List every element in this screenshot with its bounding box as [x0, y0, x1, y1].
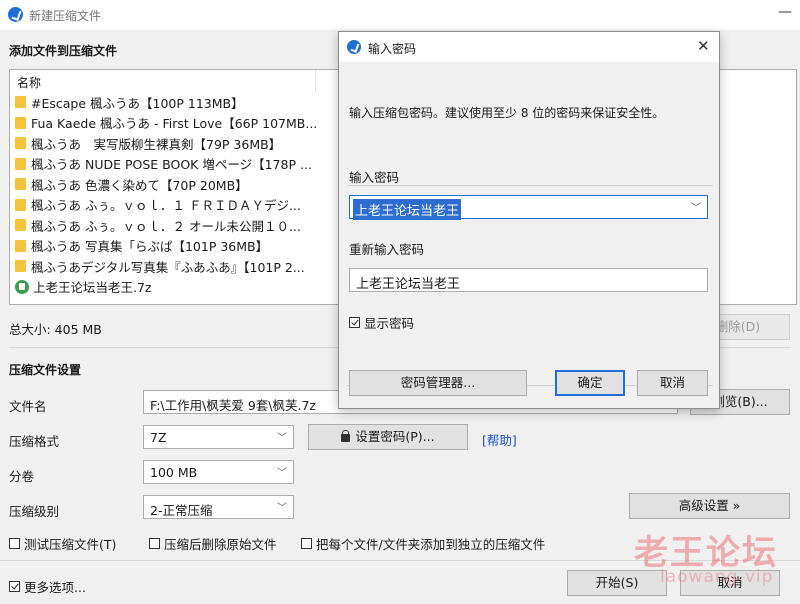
list-item[interactable]: 楓ふうあデジタル写真集『ふあふあ』【101P 2...: [15, 256, 305, 276]
show-password-checkbox[interactable]: 显示密码: [349, 313, 414, 332]
folder-icon: [15, 137, 26, 149]
chevron-down-icon: ﹀: [277, 468, 287, 479]
minimize-button[interactable]: —: [778, 4, 792, 20]
list-item-label: Fua Kaede 楓ふうあ - First Love【66P 107MB...: [31, 116, 318, 131]
dialog-body: 输入压缩包密码。建议使用至少 8 位的密码来保证安全性。: [339, 62, 719, 408]
list-item[interactable]: 楓ふうあ 色濃く染めて【70P 20MB】: [15, 174, 248, 194]
folder-icon: [15, 219, 26, 231]
list-item[interactable]: #Escape 楓ふうあ【100P 113MB】: [15, 92, 244, 112]
dialog-divider: [347, 185, 713, 186]
list-item[interactable]: Fua Kaede 楓ふうあ - First Love【66P 107MB...: [15, 113, 317, 133]
volume-select[interactable]: 100 MB ﹀: [143, 460, 294, 484]
list-item-label: #Escape 楓ふうあ【100P 113MB】: [31, 95, 244, 111]
column-header-name[interactable]: 名称: [10, 70, 316, 92]
chevron-down-icon: ﹀: [277, 433, 287, 444]
list-item[interactable]: 楓ふうあ NUDE POSE BOOK 増ページ【178P ...: [15, 154, 312, 174]
test-archive-checkbox[interactable]: 测试压缩文件(T): [9, 534, 116, 553]
password-manager-button[interactable]: 密码管理器...: [349, 370, 527, 396]
reenter-password-input[interactable]: 上老王论坛当老王: [349, 268, 708, 292]
password-label: 输入密码: [349, 170, 400, 185]
filename-label: 文件名: [9, 399, 47, 414]
separate-archives-checkbox[interactable]: 把每个文件/文件夹添加到独立的压缩文件: [301, 534, 545, 553]
folder-icon: [15, 239, 26, 252]
total-size: 总大小: 405 MB: [9, 322, 102, 337]
settings-section-title: 压缩文件设置: [9, 363, 82, 377]
dialog-titlebar: 输入密码 ✕: [339, 32, 719, 62]
delete-after-checkbox[interactable]: 压缩后删除原始文件: [149, 534, 277, 553]
delete-after-label: 压缩后删除原始文件: [164, 537, 277, 552]
level-label: 压缩级别: [9, 504, 60, 519]
volume-value: 100 MB: [150, 465, 198, 480]
folder-icon: [15, 96, 26, 108]
list-item[interactable]: 楓ふうあ 実写版柳生裸真剣【79P 36MB】: [15, 133, 281, 153]
separate-archives-label: 把每个文件/文件夹添加到独立的压缩文件: [316, 537, 546, 552]
list-item-label: 楓ふうあ NUDE POSE BOOK 増ページ【178P ...: [31, 157, 312, 172]
window-titlebar: 新建压缩文件 —: [0, 0, 800, 30]
list-item-label: 楓ふうあデジタル写真集『ふあふあ』【101P 2...: [31, 259, 305, 275]
help-link[interactable]: [帮助]: [482, 430, 517, 449]
checkbox-box[interactable]: [9, 538, 20, 549]
password-input[interactable]: 上老王论坛当老王 ﹀: [349, 195, 708, 220]
list-item-label: 楓ふうあ ふぅ。ｖｏｌ．１ ＦＲＩＤＡＹデジ...: [31, 198, 301, 213]
lock-icon: [341, 430, 351, 442]
set-password-button[interactable]: 设置密码(P)...: [308, 424, 468, 450]
close-icon[interactable]: ✕: [697, 37, 710, 55]
app-logo-icon: [8, 7, 23, 22]
folder-icon: [15, 198, 26, 211]
ok-button[interactable]: 确定: [555, 370, 625, 396]
list-item-label: 上老王论坛当老王.7z: [33, 280, 152, 295]
folder-icon: [15, 157, 26, 170]
watermark-url: laowang.vip: [660, 567, 774, 587]
folder-icon: [15, 260, 26, 272]
dialog-title: 输入密码: [368, 42, 417, 56]
list-item[interactable]: 楓ふうあ 写真集「らぶぱ【101P 36MB】: [15, 236, 268, 256]
more-options-checkbox[interactable]: 更多选项...: [9, 577, 86, 596]
volume-label: 分卷: [9, 469, 35, 484]
reenter-label: 重新输入密码: [349, 242, 425, 257]
list-item-label: 楓ふうあ 色濃く染めて【70P 20MB】: [31, 177, 248, 193]
dialog-instruction: 输入压缩包密码。建议使用至少 8 位的密码来保证安全性。: [349, 106, 665, 120]
checkbox-box[interactable]: [9, 581, 20, 592]
format-value: 7Z: [150, 430, 167, 445]
list-item-label: 楓ふうあ 写真集「らぶぱ【101P 36MB】: [31, 239, 269, 254]
level-select[interactable]: 2-正常压缩 ﹀: [143, 495, 294, 519]
checkbox-box[interactable]: [301, 538, 312, 549]
archive-icon: [15, 279, 29, 294]
list-item[interactable]: 楓ふうあ ふぅ。ｖｏｌ．１ ＦＲＩＤＡＹデジ...: [15, 195, 301, 215]
checkbox-box[interactable]: [349, 317, 360, 328]
level-value: 2-正常压缩: [150, 503, 213, 518]
show-password-label: 显示密码: [364, 316, 415, 331]
folder-icon: [15, 116, 26, 129]
chevron-down-icon[interactable]: ﹀: [691, 199, 701, 214]
password-value: 上老王论坛当老王: [353, 199, 462, 220]
format-select[interactable]: 7Z ﹀: [143, 425, 294, 449]
more-options-label: 更多选项...: [24, 580, 86, 595]
format-label: 压缩格式: [9, 434, 60, 449]
set-password-label: 设置密码(P)...: [355, 429, 435, 444]
files-section-title: 添加文件到压缩文件: [9, 44, 118, 58]
advanced-settings-button[interactable]: 高级设置 »: [629, 493, 790, 519]
chevron-down-icon: ﹀: [277, 503, 287, 514]
checkbox-box[interactable]: [149, 538, 160, 549]
window-title: 新建压缩文件: [29, 9, 102, 23]
app-logo-icon: [347, 40, 361, 54]
password-dialog: 输入密码 ✕ 输入压缩包密码。建议使用至少 8 位的密码来保证安全性。: [338, 31, 720, 409]
list-item-label: 楓ふうあ 実写版柳生裸真剣【79P 36MB】: [31, 136, 282, 152]
list-item-label: 楓ふうあ ふぅ。ｖｏｌ．２ オール未公開１０...: [31, 218, 301, 234]
folder-icon: [15, 178, 26, 190]
dialog-cancel-button[interactable]: 取消: [637, 370, 708, 396]
list-item[interactable]: 上老王论坛当老王.7z: [15, 277, 152, 297]
list-item[interactable]: 楓ふうあ ふぅ。ｖｏｌ．２ オール未公開１０...: [15, 215, 301, 235]
test-archive-label: 测试压缩文件(T): [24, 537, 117, 552]
